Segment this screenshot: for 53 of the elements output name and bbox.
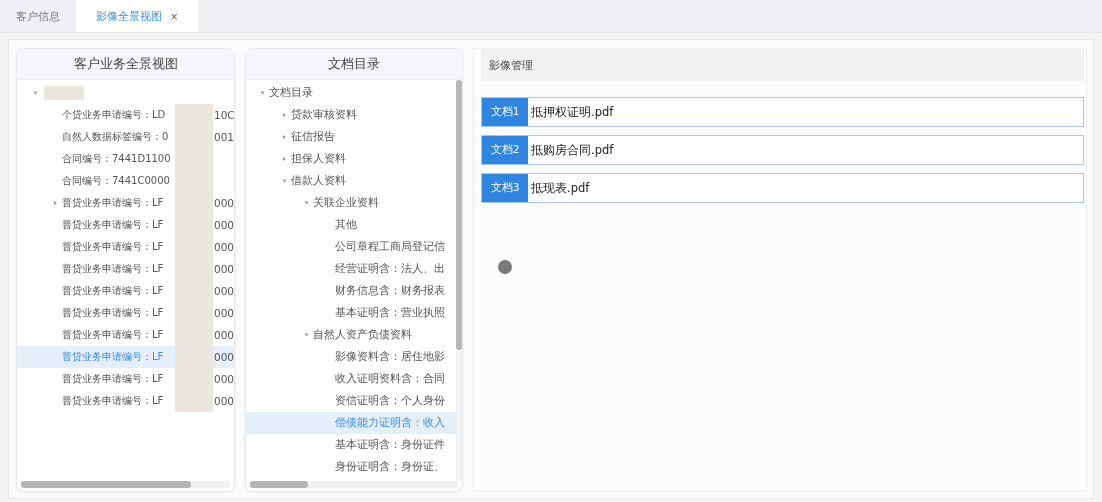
panel-title: 文档目录 [246,49,462,80]
file-row[interactable]: 文档1 抵押权证明.pdf [481,97,1084,127]
caret-icon[interactable] [282,179,286,183]
tree-item[interactable]: 合同编号：7441C0000 [17,170,234,192]
tree-item[interactable]: 普贷业务申请编号：LF 000 [17,280,234,302]
tree-item[interactable]: 普贷业务申请编号：LF 000 [17,324,234,346]
panel-title: 客户业务全景视图 [17,49,234,80]
tree-item[interactable]: 资信证明含：个人身份 [246,390,456,412]
tree-item[interactable]: 普贷业务申请编号：LF 000 [17,192,234,214]
caret-icon[interactable] [304,201,308,205]
dot-icon [498,260,512,274]
horizontal-scrollbar[interactable] [250,481,458,488]
tree-item[interactable]: 身份证明含：身份证、 [246,456,456,478]
tree-item[interactable]: 财务信息含：财务报表 [246,280,456,302]
tree-item[interactable]: 自然人资产负债资料 [246,324,456,346]
tree-item[interactable]: 贷款审核资料 [246,104,456,126]
tree-item[interactable]: 普贷业务申请编号：LF 000 [17,346,234,368]
tree-item[interactable]: 普贷业务申请编号：LF 000 [17,302,234,324]
file-row[interactable]: 文档2 抵购房合同.pdf [481,135,1084,165]
caret-icon[interactable] [53,201,57,205]
panel-title: 影像管理 [481,49,1084,81]
file-row[interactable]: 文档3 抵现表.pdf [481,173,1084,203]
vertical-scrollbar[interactable] [456,80,462,481]
tree-item[interactable]: 普贷业务申请编号：LF 000 [17,390,234,412]
tree-item[interactable]: 借款人资料 [246,170,456,192]
close-icon[interactable]: × [170,10,179,22]
tree-item[interactable]: 收入证明资料含：合同 [246,368,456,390]
tree-item[interactable]: 公司章程工商局登记信 [246,236,456,258]
caret-icon[interactable] [33,91,37,95]
tree-item[interactable]: 自然人数据标签编号：0 001 [17,126,234,148]
tree-item[interactable]: 经营证明含：法人、出 [246,258,456,280]
tree-item[interactable]: 基本证明含：身份证件 [246,434,456,456]
tree-item[interactable]: 影像资料含：居住地影 [246,346,456,368]
caret-icon[interactable] [282,113,286,117]
tab[interactable]: 客户信息 [0,0,76,32]
tree-item[interactable]: 普贷业务申请编号：LF 000 [17,258,234,280]
tree-item[interactable]: 普贷业务申请编号：LF 000 [17,236,234,258]
caret-icon[interactable] [282,157,286,161]
tree-item[interactable]: 担保人资料 [246,148,456,170]
tree-item[interactable]: 合同编号：7441D1100 [17,148,234,170]
tree-item[interactable]: 关联企业资料 [246,192,456,214]
caret-icon[interactable] [260,91,264,95]
tree-item[interactable]: 征信报告 [246,126,456,148]
tab[interactable]: 影像全景视图 × [76,0,199,32]
tree-item[interactable]: 文档目录 [246,82,456,104]
tree-item[interactable]: 其他 [246,214,456,236]
tree-item[interactable]: 个贷业务申请编号：LD 10C [17,104,234,126]
caret-icon[interactable] [304,333,308,337]
tree-item[interactable]: 基本证明含：营业执照 [246,302,456,324]
horizontal-scrollbar[interactable] [21,481,230,488]
caret-icon[interactable] [282,135,286,139]
tree-item[interactable]: 普贷业务申请编号：LF 000 [17,214,234,236]
tree-item[interactable]: 普贷业务申请编号：LF 000 [17,368,234,390]
